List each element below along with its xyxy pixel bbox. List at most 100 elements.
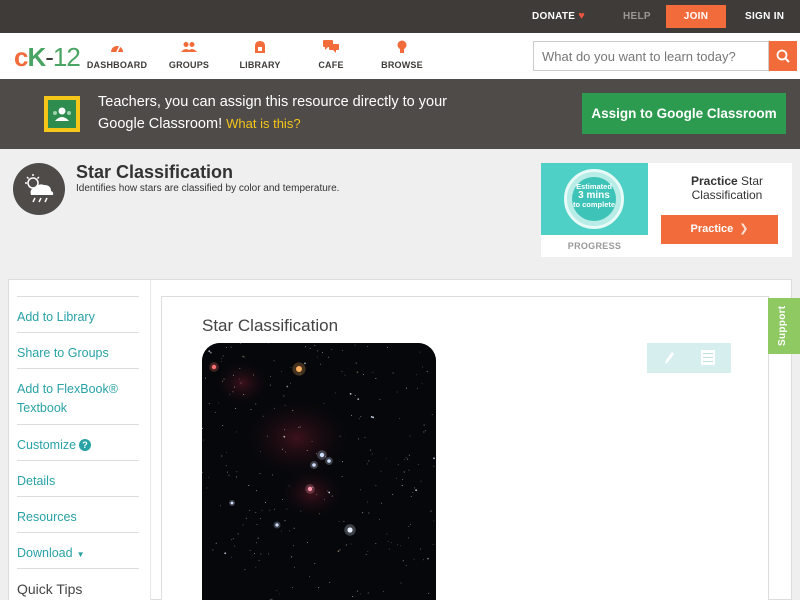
- star-dot: [431, 414, 433, 415]
- star-dot: [230, 556, 232, 558]
- star-dot: [349, 393, 352, 395]
- donate-link[interactable]: DONATE ♥: [532, 0, 585, 33]
- star-dot: [235, 431, 237, 433]
- star-dot: [299, 426, 301, 428]
- star-dot: [426, 370, 428, 372]
- star-dot: [342, 461, 343, 463]
- star-dot: [236, 471, 238, 473]
- star-dot: [270, 375, 272, 377]
- star-dot: [260, 553, 262, 555]
- sidebar-item-label: Share to Groups: [17, 346, 109, 360]
- star-dot: [220, 361, 222, 362]
- sidebar-item-share-to-groups[interactable]: Share to Groups: [17, 332, 139, 368]
- sidebar-item-customize[interactable]: Customize?: [17, 424, 139, 460]
- star-dot: [305, 346, 306, 348]
- nav-dashboard[interactable]: DASHBOARD: [82, 40, 152, 70]
- star-dot: [273, 360, 275, 362]
- star-dot: [387, 346, 389, 348]
- notes-icon[interactable]: [701, 350, 715, 365]
- star-dot: [352, 596, 354, 598]
- star-dot: [234, 545, 236, 547]
- nav-browse-label: BROWSE: [381, 60, 423, 70]
- classroom-message: Teachers, you can assign this resource d…: [98, 92, 458, 135]
- star-dot: [309, 576, 311, 578]
- star-dot: [307, 542, 309, 543]
- star-dot: [323, 499, 325, 501]
- chevron-right-icon: ❯: [739, 223, 749, 235]
- star-dot: [375, 543, 377, 545]
- star-dot: [222, 355, 224, 357]
- star-dot: [224, 552, 227, 555]
- logo-c: c: [14, 42, 29, 72]
- star-dot: [406, 387, 408, 389]
- star-dot: [321, 352, 323, 353]
- nav-library[interactable]: LIBRARY: [225, 40, 295, 70]
- star-dot: [375, 484, 377, 486]
- star-dot: [298, 426, 299, 428]
- star-dot: [269, 509, 271, 511]
- sidebar-item-download[interactable]: Download ▼: [17, 532, 139, 568]
- star-dot: [432, 544, 434, 545]
- sidebar-item-label-line2: Textbook: [17, 401, 68, 415]
- star-dot: [400, 545, 401, 547]
- star-dot: [370, 416, 373, 418]
- star-dot: [230, 346, 232, 348]
- search-button[interactable]: [769, 41, 797, 71]
- star-dot: [405, 457, 407, 459]
- search-input[interactable]: [534, 42, 764, 70]
- star-dot: [338, 521, 340, 522]
- star-dot: [405, 564, 407, 566]
- star-dot: [355, 362, 357, 364]
- help-icon[interactable]: ?: [79, 439, 92, 451]
- star-dot: [221, 455, 223, 457]
- help-link[interactable]: HELP: [623, 0, 651, 33]
- sign-in-link[interactable]: SIGN IN: [745, 0, 784, 33]
- star-dot: [221, 358, 222, 360]
- star-dot: [345, 544, 347, 546]
- join-button[interactable]: JOIN: [666, 5, 726, 28]
- groups-icon: [154, 40, 224, 58]
- bright-star: [347, 527, 353, 533]
- star-dot: [400, 582, 402, 584]
- star-dot: [423, 431, 425, 433]
- sidebar-item-add-to-library[interactable]: Add to Library: [17, 296, 139, 332]
- nav-cafe[interactable]: CAFE: [296, 40, 366, 70]
- star-dot: [244, 356, 246, 358]
- assign-to-google-classroom-button[interactable]: Assign to Google Classroom: [582, 93, 786, 134]
- ck12-logo[interactable]: cK-12: [14, 42, 81, 72]
- practice-button[interactable]: Practice ❯: [661, 215, 778, 244]
- caret-down-icon: ▼: [76, 550, 85, 559]
- cafe-icon: [296, 40, 366, 58]
- sidebar-item-add-to-flexbook[interactable]: Add to FlexBook® Textbook: [17, 368, 139, 424]
- star-dot: [232, 374, 234, 376]
- star-dot: [396, 391, 398, 393]
- star-dot: [284, 451, 286, 453]
- star-dot: [269, 384, 271, 386]
- nav-groups[interactable]: GROUPS: [154, 40, 224, 70]
- star-dot: [370, 449, 372, 451]
- what-is-this-link[interactable]: What is this?: [226, 116, 300, 131]
- star-dot: [416, 387, 418, 389]
- star-dot: [427, 344, 429, 346]
- concept-description: Identifies how stars are classified by c…: [76, 183, 340, 194]
- support-tab[interactable]: Support: [768, 298, 800, 354]
- star-dot: [208, 476, 210, 478]
- star-dot: [291, 587, 293, 589]
- star-dot: [386, 533, 388, 535]
- sidebar-item-details[interactable]: Details: [17, 460, 139, 496]
- quick-tips-label: Quick Tips: [17, 581, 83, 597]
- star-dot: [208, 350, 211, 353]
- star-dot: [320, 363, 321, 365]
- star-dot: [232, 538, 234, 539]
- star-dot: [242, 524, 244, 526]
- sidebar-item-resources[interactable]: Resources: [17, 496, 139, 532]
- star-dot: [212, 549, 214, 551]
- star-dot: [274, 508, 275, 510]
- nav-browse[interactable]: BROWSE: [367, 40, 437, 70]
- practice-title: Practice Star Classification: [661, 174, 793, 202]
- top-bar: DONATE ♥ HELP JOIN SIGN IN: [0, 0, 800, 33]
- star-dot: [343, 520, 345, 522]
- star-dot: [286, 508, 288, 510]
- sidebar: Add to Library Share to Groups Add to Fl…: [9, 280, 151, 600]
- pencil-icon[interactable]: [661, 349, 677, 367]
